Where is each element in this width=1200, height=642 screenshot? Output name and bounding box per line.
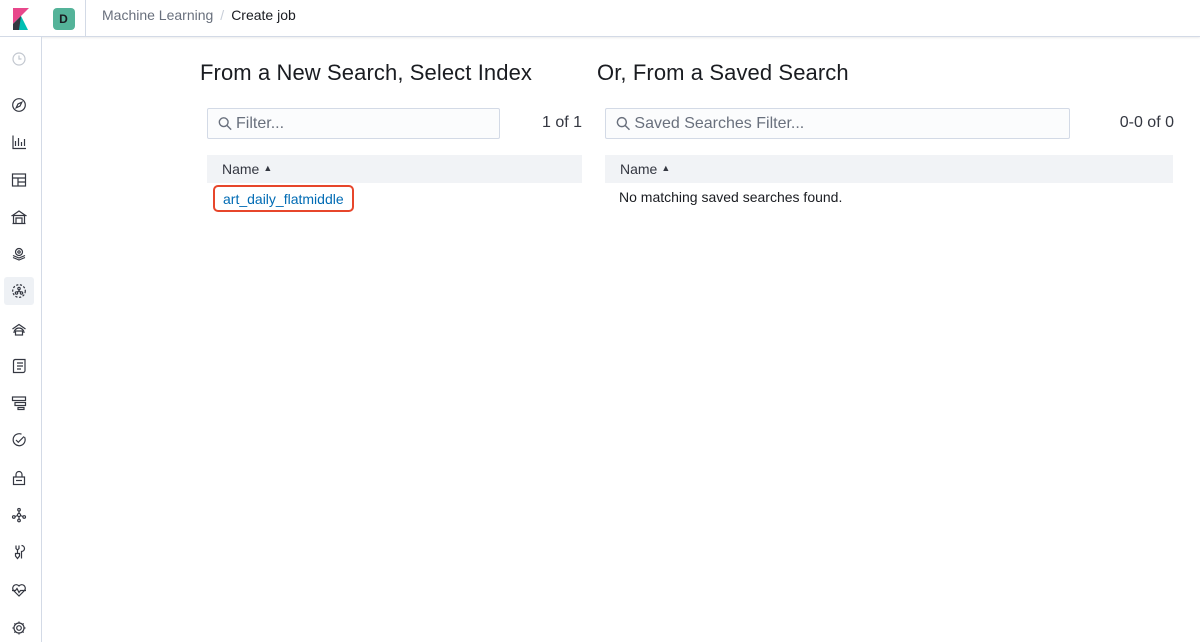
search-icon (616, 116, 630, 131)
nav-machine-learning[interactable] (4, 277, 34, 305)
nav-dev-tools[interactable] (4, 538, 34, 566)
index-filter-input[interactable] (236, 114, 499, 133)
nav-visualize[interactable] (4, 128, 34, 156)
graph-icon (11, 507, 27, 523)
infrastructure-icon (12, 323, 26, 336)
nav-logs[interactable] (4, 352, 34, 380)
saved-filter-input[interactable] (634, 114, 1069, 133)
breadcrumb-machine-learning[interactable]: Machine Learning (102, 7, 213, 23)
space-avatar: D (52, 7, 75, 30)
main-content: From a New Search, Select Index 1 of 1 N… (42, 38, 1200, 642)
saved-name-column-label[interactable]: Name (620, 161, 657, 177)
saved-filter-box[interactable] (605, 108, 1070, 139)
kibana-logo-icon (13, 7, 29, 30)
machine-learning-icon (12, 284, 26, 298)
breadcrumb-create-job: Create job (231, 7, 296, 23)
kibana-logo[interactable] (0, 0, 42, 37)
saved-empty-message: No matching saved searches found. (619, 189, 843, 205)
saved-panel-title: Or, From a Saved Search (597, 60, 849, 85)
nav-management[interactable] (4, 614, 34, 642)
nav-infrastructure[interactable] (4, 315, 34, 343)
nav-graph[interactable] (4, 501, 34, 529)
clock-icon (12, 52, 26, 66)
nav-monitoring[interactable] (4, 576, 34, 604)
logs-icon (12, 358, 26, 374)
index-name-column-label[interactable]: Name (222, 161, 259, 177)
sort-ascending-icon: ▲ (661, 163, 671, 173)
nav-apm[interactable] (4, 389, 34, 417)
saved-count: 0-0 of 0 (1119, 114, 1174, 131)
sort-ascending-icon: ▲ (263, 163, 273, 173)
apm-icon (11, 396, 27, 411)
monitoring-icon (12, 584, 26, 597)
nav-uptime[interactable] (4, 426, 34, 454)
nav-recently-viewed[interactable] (4, 45, 34, 73)
side-nav (0, 37, 42, 642)
index-filter-box[interactable] (207, 108, 500, 139)
index-table-header[interactable]: Name ▲ (207, 155, 582, 183)
visualize-icon (12, 135, 26, 150)
compass-icon (12, 98, 26, 112)
maps-icon (12, 247, 26, 261)
saved-table-header[interactable]: Name ▲ (605, 155, 1173, 183)
nav-maps[interactable] (4, 240, 34, 268)
index-panel-title: From a New Search, Select Index (200, 60, 533, 85)
nav-discover[interactable] (4, 91, 34, 119)
search-icon (218, 117, 232, 131)
canvas-icon (11, 210, 27, 225)
top-bar: D Machine Learning / Create job (0, 0, 1200, 37)
siem-icon (12, 470, 26, 486)
index-count: 1 of 1 (541, 114, 582, 131)
breadcrumb-separator: / (220, 7, 225, 23)
nav-siem[interactable] (4, 464, 34, 492)
uptime-icon (12, 433, 26, 447)
nav-canvas[interactable] (4, 203, 34, 231)
breadcrumb: Machine Learning / Create job (102, 0, 296, 30)
dashboard-icon (11, 173, 27, 187)
index-row-link[interactable]: art_daily_flatmiddle (213, 185, 354, 212)
management-gear-icon (12, 621, 26, 635)
nav-dashboard[interactable] (4, 166, 34, 194)
space-selector[interactable]: D (42, 0, 86, 37)
dev-tools-icon (14, 544, 26, 560)
